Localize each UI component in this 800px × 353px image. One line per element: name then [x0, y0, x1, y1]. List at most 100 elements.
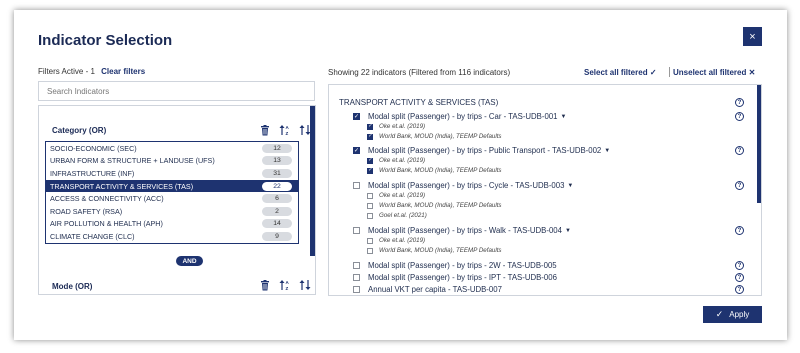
category-item-aph[interactable]: AIR POLLUTION & HEALTH (APH) 14 — [46, 218, 298, 231]
indicator-list-scrollbar[interactable] — [757, 85, 761, 203]
category-label: AIR POLLUTION & HEALTH (APH) — [50, 219, 163, 229]
checkbox[interactable] — [367, 202, 373, 209]
category-item-rsa[interactable]: ROAD SAFETY (RSA) 2 — [46, 205, 298, 218]
category-item-sec[interactable]: SOCIO-ECONOMIC (SEC) 12 — [46, 142, 298, 155]
trash-icon[interactable] — [259, 279, 271, 291]
indicator-item[interactable]: Annual VKT per capita - TAS-UDB-007 — [353, 285, 502, 294]
category-label: ACCESS & CONNECTIVITY (ACC) — [50, 194, 164, 204]
help-icon[interactable]: ? — [735, 98, 744, 107]
indicator-item[interactable]: ✓ Modal split (Passenger) - by trips - Pu… — [353, 146, 610, 155]
checkbox[interactable]: ✓ — [353, 147, 360, 154]
category-count-badge: 14 — [262, 219, 292, 229]
results-count-text: Showing 22 indicators (Filtered from 116… — [328, 68, 511, 77]
filters-active-label: Filters Active - 1 — [38, 67, 95, 76]
checkbox[interactable] — [367, 237, 373, 244]
checkbox[interactable] — [353, 227, 360, 234]
source-item[interactable]: ✓ World Bank, MOUD (India), TEEMP Default… — [367, 133, 502, 140]
checkbox[interactable]: ✓ — [367, 167, 373, 174]
checkbox[interactable]: ✓ — [367, 157, 373, 164]
indicator-item[interactable]: Modal split (Passenger) - by trips - 2W … — [353, 261, 557, 270]
select-all-filtered-button[interactable]: Select all filtered ✓ — [584, 68, 657, 77]
svg-text:Z: Z — [286, 131, 289, 136]
help-icon[interactable]: ? — [735, 112, 744, 121]
help-icon[interactable]: ? — [735, 226, 744, 235]
apply-label: Apply — [729, 310, 750, 319]
source-label: World Bank, MOUD (India), TEEMP Defaults — [379, 133, 502, 140]
sort-alpha-icon[interactable]: AZ — [279, 124, 291, 136]
help-icon[interactable]: ? — [735, 285, 744, 294]
source-label: World Bank, MOUD (India), TEEMP Defaults — [379, 247, 502, 254]
source-item[interactable]: ✓ Oke et.al. (2019) — [367, 157, 425, 164]
unselect-all-label: Unselect all filtered — [673, 68, 747, 77]
source-item[interactable]: Oke et.al. (2019) — [367, 237, 425, 244]
apply-button[interactable]: ✓ Apply — [703, 306, 762, 323]
help-icon[interactable]: ? — [735, 273, 744, 282]
category-count-badge: 6 — [262, 194, 292, 204]
unselect-all-filtered-button[interactable]: Unselect all filtered ✕ — [673, 68, 755, 77]
checkbox[interactable] — [353, 262, 360, 269]
checkbox[interactable]: ✓ — [353, 113, 360, 120]
caret-down-icon[interactable]: ▼ — [604, 148, 610, 154]
source-item[interactable]: ✓ World Bank, MOUD (India), TEEMP Default… — [367, 167, 502, 174]
category-count-badge: 9 — [262, 231, 292, 241]
checkbox[interactable] — [367, 247, 373, 254]
caret-down-icon[interactable]: ▼ — [565, 228, 571, 234]
filters-status: Filters Active - 1 Clear filters — [38, 67, 145, 76]
category-label: TRANSPORT ACTIVITY & SERVICES (TAS) — [50, 181, 194, 191]
checkbox[interactable]: ✓ — [367, 133, 373, 140]
caret-down-icon[interactable]: ▼ — [567, 183, 573, 189]
and-operator-badge: AND — [176, 256, 203, 266]
source-item[interactable]: World Bank, MOUD (India), TEEMP Defaults — [367, 202, 502, 209]
clear-filters-link[interactable]: Clear filters — [101, 67, 145, 76]
category-list: SOCIO-ECONOMIC (SEC) 12 URBAN FORM & STRU… — [45, 141, 299, 244]
sort-alpha-icon[interactable]: AZ — [279, 279, 291, 291]
checkbox[interactable]: ✓ — [367, 123, 373, 130]
checkbox[interactable] — [353, 274, 360, 281]
source-label: Oke et.al. (2019) — [379, 157, 426, 164]
x-icon: ✕ — [748, 68, 756, 77]
svg-text:Z: Z — [286, 286, 289, 291]
filter-panel: Category (OR) AZ SOCIO-ECONOMIC (SEC) 12 … — [38, 105, 316, 295]
category-group-title: Category (OR) — [52, 126, 107, 135]
category-count-badge: 13 — [262, 156, 292, 166]
help-icon[interactable]: ? — [735, 146, 744, 155]
indicator-label: Modal split (Passenger) - by trips - IPT… — [368, 273, 557, 282]
indicator-label: Annual VKT per capita - TAS-UDB-007 — [368, 285, 502, 294]
close-button[interactable]: × — [743, 27, 762, 46]
category-item-tas[interactable]: TRANSPORT ACTIVITY & SERVICES (TAS) 22 — [46, 179, 298, 193]
category-item-clc[interactable]: CLIMATE CHANGE (CLC) 9 — [46, 230, 298, 243]
checkbox[interactable] — [367, 212, 373, 219]
dialog-title: Indicator Selection — [38, 32, 173, 49]
category-item-ufs[interactable]: URBAN FORM & STRUCTURE + LANDUSE (UFS) 13 — [46, 155, 298, 168]
category-item-acc[interactable]: ACCESS & CONNECTIVITY (ACC) 6 — [46, 192, 298, 205]
caret-down-icon[interactable]: ▼ — [561, 114, 567, 120]
category-label: SOCIO-ECONOMIC (SEC) — [50, 143, 137, 153]
checkbox[interactable] — [353, 286, 360, 293]
source-item[interactable]: World Bank, MOUD (India), TEEMP Defaults — [367, 247, 502, 254]
search-input[interactable] — [38, 81, 315, 101]
checkbox[interactable] — [367, 192, 373, 199]
indicator-item[interactable]: Modal split (Passenger) - by trips - IPT… — [353, 273, 557, 282]
svg-text:A: A — [286, 280, 290, 285]
trash-icon[interactable] — [259, 124, 271, 136]
source-label: Oke et.al. (2019) — [379, 237, 426, 244]
sort-arrows-icon[interactable] — [299, 124, 311, 136]
category-count-badge: 22 — [262, 181, 292, 191]
source-item[interactable]: ✓ Oke et.al. (2019) — [367, 123, 425, 130]
indicator-item[interactable]: Modal split (Passenger) - by trips - Wal… — [353, 226, 571, 235]
source-item[interactable]: Goel et.al. (2021) — [367, 212, 427, 219]
help-icon[interactable]: ? — [735, 181, 744, 190]
indicator-label: Modal split (Passenger) - by trips - 2W … — [368, 261, 557, 270]
indicator-selection-dialog: Indicator Selection × Filters Active - 1… — [14, 10, 787, 340]
indicator-label: Modal split (Passenger) - by trips - Wal… — [368, 226, 562, 235]
help-icon[interactable]: ? — [735, 261, 744, 270]
indicator-item[interactable]: Modal split (Passenger) - by trips - Cyc… — [353, 181, 573, 190]
check-icon: ✓ — [649, 68, 657, 77]
category-label: INFRASTRUCTURE (INF) — [50, 168, 135, 178]
checkbox[interactable] — [353, 182, 360, 189]
category-item-inf[interactable]: INFRASTRUCTURE (INF) 31 — [46, 167, 298, 180]
sort-arrows-icon[interactable] — [299, 279, 311, 291]
indicator-item[interactable]: ✓ Modal split (Passenger) - by trips - Ca… — [353, 112, 566, 121]
source-item[interactable]: Oke et.al. (2019) — [367, 192, 425, 199]
svg-text:A: A — [286, 125, 290, 130]
